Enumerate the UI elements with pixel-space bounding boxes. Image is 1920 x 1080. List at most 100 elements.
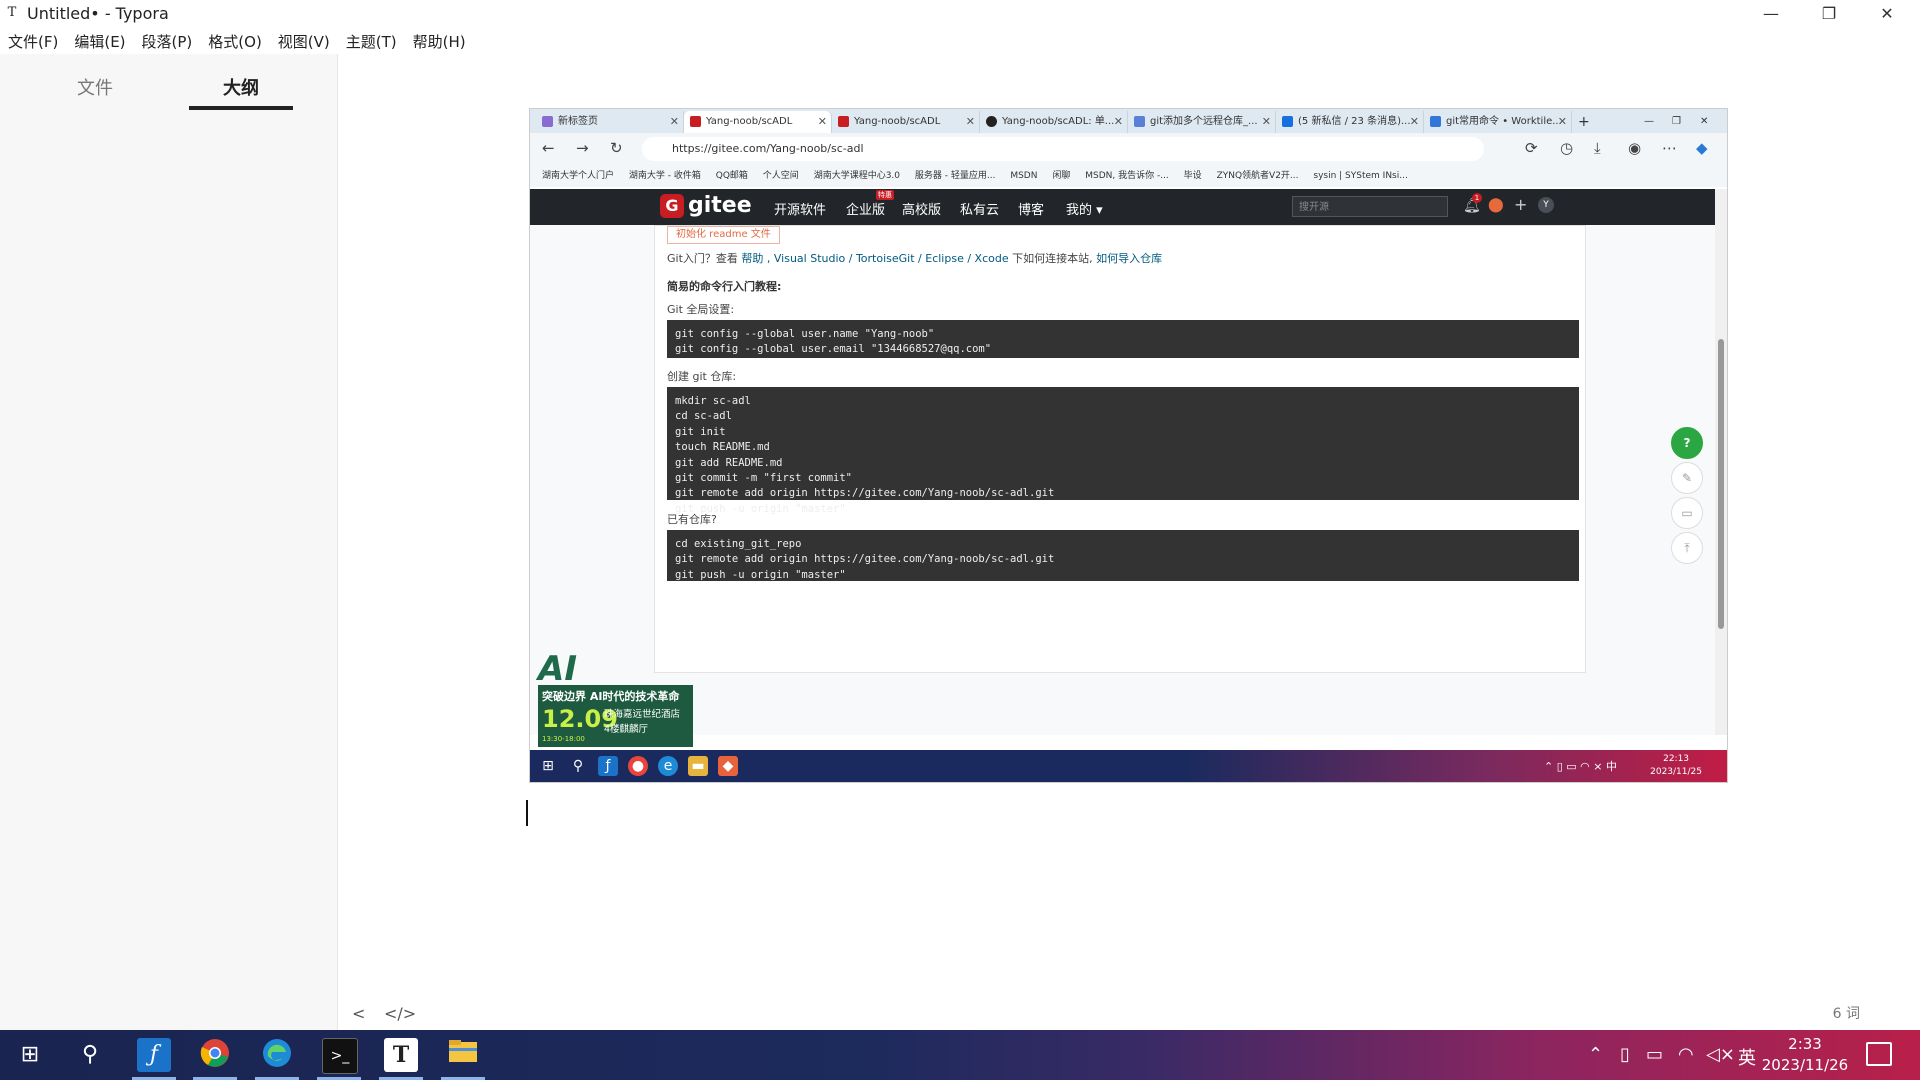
tab-close-icon: ✕ bbox=[1409, 115, 1419, 128]
bookmark: ZYNQ领航者V2开... bbox=[1216, 171, 1299, 181]
battery-icon[interactable]: ▭ bbox=[1646, 1044, 1663, 1065]
browser-tab: 新标签页 ✕ bbox=[536, 111, 684, 133]
browser-tab: Yang-noob/scADL: 单... ✕ bbox=[980, 111, 1128, 133]
bookmark: 个人空间 bbox=[762, 171, 799, 181]
ad-time: 13:30-18:00 bbox=[542, 735, 585, 743]
terminal-icon[interactable]: >_ bbox=[322, 1038, 358, 1074]
section-create-repo: 创建 git 仓库: bbox=[667, 370, 737, 383]
ad-slogan: 突破边界 AI时代的技术革命 bbox=[542, 690, 680, 703]
text-cursor bbox=[526, 800, 528, 826]
refresh-icon: ↻ bbox=[610, 139, 623, 157]
browser-tab: Yang-noob/scADL ✕ bbox=[832, 111, 980, 133]
chrome-icon: ● bbox=[628, 756, 648, 776]
gitee-logo-text: gitee bbox=[688, 193, 752, 218]
typora-taskbar-icon: ƒ bbox=[598, 756, 618, 776]
menu-theme[interactable]: 主题(T) bbox=[338, 30, 405, 54]
ad-venue: 珠海嘉远世纪酒店 4楼麒麟厅 bbox=[604, 709, 681, 735]
tutorial-heading: 简易的命令行入门教程: bbox=[667, 280, 782, 293]
menu-help[interactable]: 帮助(H) bbox=[405, 30, 474, 54]
ad-title: AI bbox=[538, 649, 577, 689]
ad-banner: 突破边界 AI时代的技术革命 12.09 珠海嘉远世纪酒店 4楼麒麟厅 13:3… bbox=[538, 685, 693, 747]
tab-favicon bbox=[1282, 116, 1293, 127]
browser-tab-active: Yang-noob/scADL ✕ bbox=[684, 111, 832, 133]
typora-pinned-icon[interactable]: ƒ bbox=[137, 1038, 171, 1072]
url-field: https://gitee.com/Yang-noob/sc-adl bbox=[642, 137, 1484, 161]
bookmark: 湖南大学个人门户 bbox=[542, 171, 615, 181]
wifi-icon[interactable]: ◠ bbox=[1678, 1044, 1694, 1065]
bookmark: 毕设 bbox=[1183, 171, 1202, 181]
nav-private-cloud: 私有云 bbox=[960, 203, 1000, 218]
history-icon: ◷ bbox=[1560, 139, 1574, 157]
nav-mine: 我的 ▾ bbox=[1066, 203, 1103, 218]
nav-enterprise: 企业版 bbox=[846, 203, 886, 218]
browser-tab: git添加多个远程仓库_... ✕ bbox=[1128, 111, 1276, 133]
chrome-icon[interactable] bbox=[198, 1038, 232, 1072]
code-block-global-config: git config --global user.name "Yang-noob… bbox=[667, 320, 1579, 358]
avatar: Y bbox=[1538, 197, 1554, 213]
gitee-page-content: 初始化 readme 文件 Git入门？查看 帮助 , Visual Studi… bbox=[530, 225, 1715, 735]
more-icon: ⋯ bbox=[1662, 139, 1677, 157]
minimize-button[interactable]: — bbox=[1742, 0, 1800, 28]
tab-close-icon: ✕ bbox=[1557, 115, 1567, 128]
bookmark: MSDN bbox=[1010, 171, 1038, 181]
sidebar: 文件 大纲 < </> bbox=[0, 54, 416, 1030]
menu-view[interactable]: 视图(V) bbox=[270, 30, 338, 54]
ai-event-ad: AI 突破边界 AI时代的技术革命 12.09 珠海嘉远世纪酒店 4楼麒麟厅 1… bbox=[538, 649, 693, 747]
back-icon: ← bbox=[542, 139, 555, 157]
browser-tab-strip: 新标签页 ✕ Yang-noob/scADL ✕ Yang-noob/scADL ✕ … bbox=[530, 109, 1727, 133]
file-explorer-icon: ▬ bbox=[688, 756, 708, 776]
git-icon: ◆ bbox=[718, 756, 738, 776]
close-button[interactable]: ✕ bbox=[1858, 0, 1916, 28]
inner-clock: 22:13 2023/11/25 bbox=[1650, 754, 1702, 777]
menu-bar: 文件(F) 编辑(E) 段落(P) 格式(O) 视图(V) 主题(T) 帮助(H… bbox=[0, 30, 474, 54]
volume-icon[interactable]: ◁× bbox=[1706, 1044, 1735, 1065]
nav-blog: 博客 bbox=[1018, 203, 1045, 218]
section-global-settings: Git 全局设置: bbox=[667, 303, 735, 316]
extensions-icon: ⟳ bbox=[1525, 139, 1538, 157]
code-block-existing-repo: cd existing_git_repo git remote add orig… bbox=[667, 530, 1579, 581]
ime-indicator[interactable]: 英 bbox=[1738, 1044, 1756, 1070]
tab-favicon bbox=[1430, 116, 1441, 127]
source-code-mode-button[interactable]: </> bbox=[384, 1004, 416, 1023]
browser-tab: git常用命令 • Worktile... ✕ bbox=[1424, 111, 1572, 133]
bookmark: 服务器 - 轻量应用... bbox=[914, 171, 996, 181]
gitee-search-input: 搜开源 bbox=[1292, 196, 1448, 217]
system-clock[interactable]: 2:33 2023/11/26 bbox=[1755, 1034, 1855, 1076]
search-icon[interactable]: ⚲ bbox=[73, 1038, 107, 1072]
menu-format[interactable]: 格式(O) bbox=[200, 30, 270, 54]
typora-active-icon[interactable]: T bbox=[384, 1038, 418, 1072]
inner-taskbar: ⊞ ⚲ ƒ ● e ▬ ◆ ⌃ ▯ ▭ ◠ × 中 22:13 2023/11/2… bbox=[530, 750, 1727, 782]
embedded-screenshot-image[interactable]: 新标签页 ✕ Yang-noob/scADL ✕ Yang-noob/scADL ✕ … bbox=[529, 108, 1728, 783]
word-count[interactable]: 6 词 bbox=[1833, 1003, 1860, 1023]
maximize-button[interactable]: ❐ bbox=[1800, 0, 1858, 28]
edge-icon[interactable] bbox=[260, 1038, 294, 1072]
gitee-navbar: G gitee 开源软件 企业版 特惠 高校版 私有云 博客 我的 ▾ 搜开源 … bbox=[530, 189, 1715, 225]
chevron-up-icon[interactable]: ⌃ bbox=[1588, 1044, 1603, 1065]
menu-paragraph[interactable]: 段落(P) bbox=[134, 30, 201, 54]
file-explorer-icon[interactable] bbox=[446, 1038, 480, 1072]
notification-icon[interactable] bbox=[1866, 1042, 1892, 1066]
tab-outline[interactable]: 大纲 bbox=[191, 74, 291, 100]
tab-favicon bbox=[690, 116, 701, 127]
nav-university: 高校版 bbox=[902, 203, 942, 218]
bookmark: MSDN, 我告诉你 -... bbox=[1085, 171, 1169, 181]
bookmark: 闲聊 bbox=[1052, 171, 1071, 181]
active-tab-indicator bbox=[189, 106, 293, 110]
tab-close-icon: ✕ bbox=[817, 115, 827, 128]
menu-file[interactable]: 文件(F) bbox=[0, 30, 66, 54]
edge-icon: e bbox=[658, 756, 678, 776]
browser-tab: (5 新私信 / 23 条消息)... ✕ bbox=[1276, 111, 1424, 133]
tab-close-icon: ✕ bbox=[1113, 115, 1123, 128]
browser-address-bar: ← → ↻ https://gitee.com/Yang-noob/sc-adl… bbox=[530, 133, 1727, 165]
comment-icon: ▭ bbox=[1671, 497, 1703, 529]
menu-edit[interactable]: 编辑(E) bbox=[66, 30, 133, 54]
usb-icon[interactable]: ▯ bbox=[1620, 1044, 1630, 1065]
tab-favicon bbox=[838, 116, 849, 127]
repo-instructions-card: 初始化 readme 文件 Git入门？查看 帮助 , Visual Studi… bbox=[654, 225, 1586, 673]
git-intro-text: Git入门？查看 帮助 , Visual Studio / TortoiseGi… bbox=[667, 252, 1163, 265]
github-icon bbox=[986, 116, 997, 127]
tab-files[interactable]: 文件 bbox=[45, 74, 145, 100]
window-title: Untitled• - Typora bbox=[27, 4, 169, 23]
windows-start-icon[interactable]: ⊞ bbox=[13, 1038, 47, 1072]
toggle-sidebar-button[interactable]: < bbox=[352, 1004, 365, 1023]
